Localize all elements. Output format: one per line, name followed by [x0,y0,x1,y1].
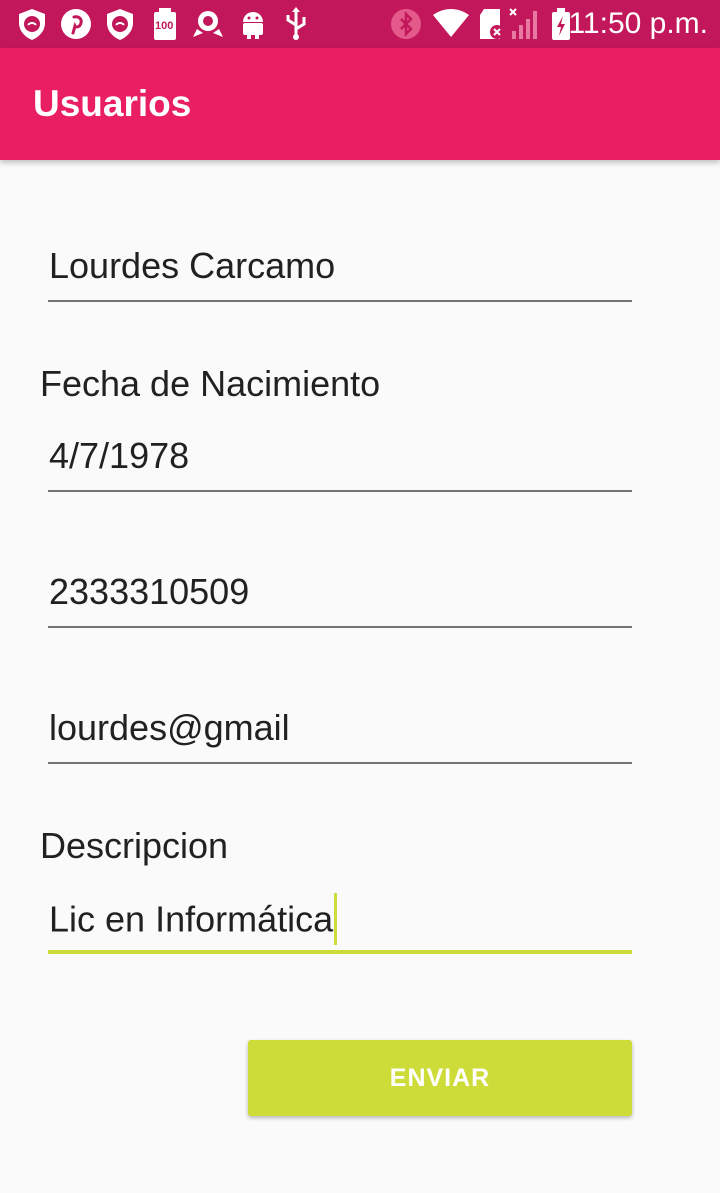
pinterest-icon [60,8,92,40]
wifi-icon [432,8,470,40]
android-icon [238,8,268,40]
shield-icon [14,8,50,40]
signal-icon [508,8,542,40]
birth-date-label: Fecha de Nacimiento [40,363,381,404]
battery-100-icon: 100 [150,8,180,40]
sd-card-icon [476,8,506,40]
usb-icon [282,7,310,40]
email-field-value: lourdes@gmail [49,707,290,748]
send-button[interactable]: ENVIAR [248,1040,632,1116]
status-bar: 100 11:50 p.m. [0,0,720,48]
text-cursor [334,893,338,945]
description-field[interactable]: Lic en Informática [48,890,632,954]
phone-field[interactable]: 2333310509 [48,564,632,628]
page-title: Usuarios [33,83,192,124]
name-field-value: Lourdes Carcamo [49,245,336,286]
app-bar: Usuarios [0,48,720,160]
phone-field-value: 2333310509 [49,571,250,612]
bluetooth-icon [390,8,422,40]
shield-icon [102,8,138,40]
description-label: Descripcion [40,825,229,866]
email-field[interactable]: lourdes@gmail [48,700,632,764]
description-field-value: Lic en Informática [49,898,334,940]
badge-100: 100 [155,20,174,32]
status-time: 11:50 p.m. [568,7,708,40]
birth-date-value: 4/7/1978 [49,435,190,476]
birth-date-field[interactable]: 4/7/1978 [48,428,632,492]
rose-icon [190,8,226,40]
name-field[interactable]: Lourdes Carcamo [48,238,632,302]
